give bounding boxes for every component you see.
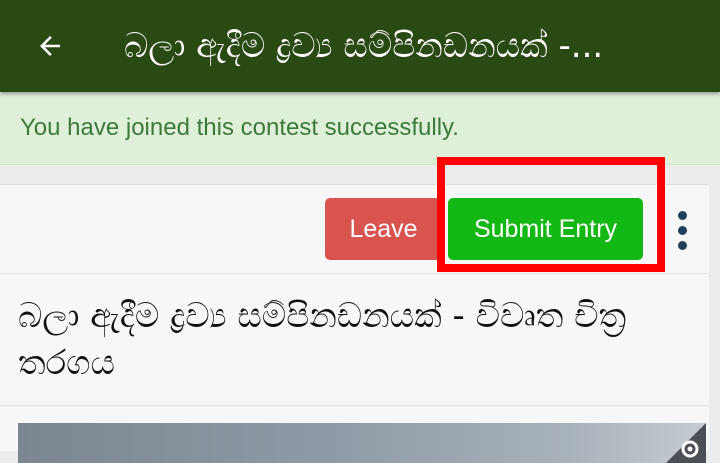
contest-image[interactable] <box>18 423 706 463</box>
more-vertical-icon <box>677 210 687 220</box>
divider <box>0 405 709 406</box>
contest-card: Leave Submit Entry බලා ඇදීම ද්‍රව්‍ය සම්… <box>0 184 709 463</box>
back-button[interactable] <box>0 0 100 92</box>
leave-button[interactable]: Leave <box>325 198 442 260</box>
more-vertical-icon-dot <box>677 240 687 250</box>
more-vertical-icon-dot <box>677 225 687 235</box>
action-toolbar: Leave Submit Entry <box>0 185 709 274</box>
submit-entry-button[interactable]: Submit Entry <box>448 198 643 260</box>
success-alert: You have joined this contest successfull… <box>0 92 720 165</box>
post-title: බලා ඇදීම ද්‍රව්‍ය සම්පිනඩනයක් - විවෘත චි… <box>18 296 627 383</box>
camera-icon <box>666 423 706 463</box>
more-options-button[interactable] <box>668 205 696 255</box>
app-bar-title: බලා ඇදීම ද්‍රව්‍ය සම්පිනඩනයක් -... <box>124 26 604 66</box>
alert-message: You have joined this contest successfull… <box>20 114 459 141</box>
arrow-left-icon <box>40 36 60 56</box>
app-bar: බලා ඇදීම ද්‍රව්‍ය සම්පිනඩනයක් -... <box>0 0 720 92</box>
